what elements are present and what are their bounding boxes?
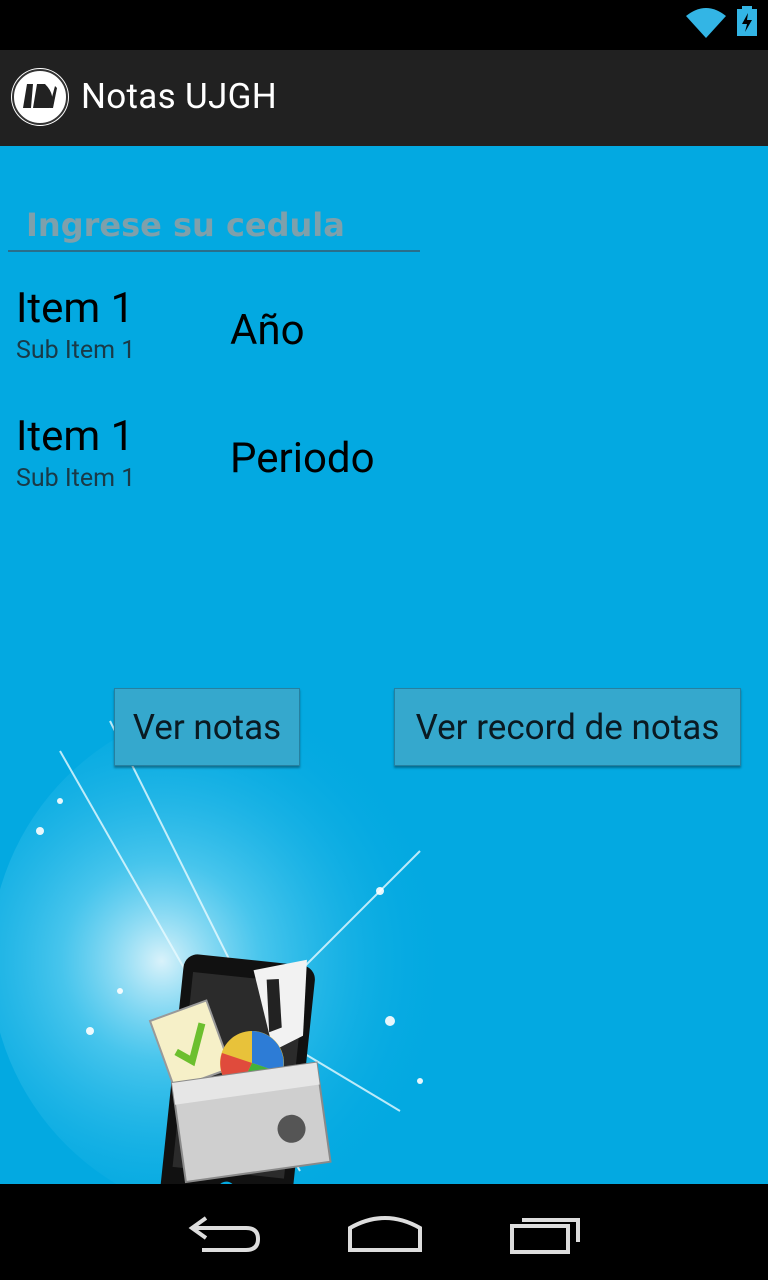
- ujgh-logo-icon[interactable]: [11, 68, 69, 126]
- spinner-item-title: Item 1: [16, 412, 135, 461]
- app-title: Notas UJGH: [81, 76, 277, 117]
- spinner-item-subtitle: Sub Item 1: [16, 336, 136, 365]
- battery-charging-icon: [737, 6, 757, 36]
- cedula-input[interactable]: [24, 204, 418, 246]
- main-content: Item 1 Sub Item 1 Año Item 1 Sub Item 1 …: [0, 146, 768, 1184]
- ver-notas-button[interactable]: Ver notas: [114, 688, 300, 766]
- home-icon[interactable]: [340, 1206, 430, 1258]
- status-bar: [0, 0, 768, 50]
- spinner-item-title: Item 1: [16, 284, 135, 333]
- ver-record-button[interactable]: Ver record de notas: [394, 688, 741, 766]
- period-label: Periodo: [230, 434, 375, 483]
- cedula-field[interactable]: [8, 198, 420, 252]
- spinner-item-subtitle: Sub Item 1: [16, 464, 136, 493]
- wifi-icon: [686, 8, 726, 38]
- back-icon[interactable]: [180, 1206, 270, 1258]
- action-bar: Notas UJGH: [0, 50, 768, 146]
- navigation-bar: [0, 1184, 768, 1280]
- period-spinner[interactable]: Item 1 Sub Item 1 Periodo: [0, 412, 768, 512]
- year-spinner[interactable]: Item 1 Sub Item 1 Año: [0, 284, 768, 384]
- year-label: Año: [230, 306, 305, 355]
- recents-icon[interactable]: [500, 1206, 590, 1258]
